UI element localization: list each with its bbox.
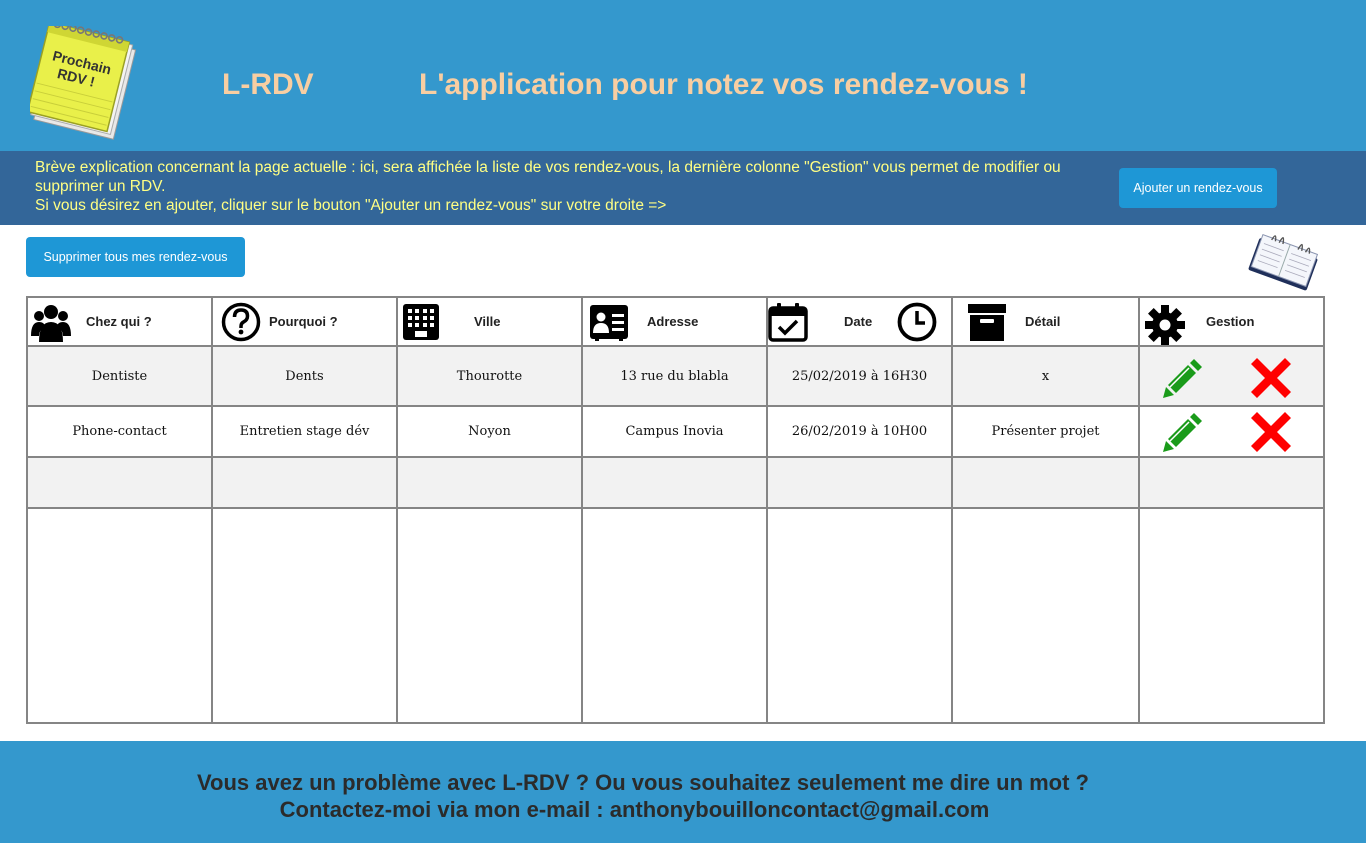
footer-contact-email[interactable]: Contactez-moi via mon e-mail : anthonybo… [0,797,1269,823]
empty-cell [951,456,1140,509]
red-cross-delete-icon[interactable] [1250,357,1292,399]
app-tagline: L'application pour notez vos rendez-vous… [419,68,1028,101]
empty-cell [26,507,213,724]
clock-icon [897,302,937,342]
table-header-row: Chez qui ? Pourquoi ? Ville Adresse Date… [26,296,1325,347]
cell-city: Thourotte [396,345,583,407]
explanation-line-1: Brève explication concernant la page act… [35,159,1061,176]
column-label-address: Adresse [647,314,699,329]
column-label-manage: Gestion [1206,314,1255,329]
empty-cell [211,456,398,509]
table-row-empty [26,507,1325,724]
cell-date: 25/02/2019 à 16H30 [766,345,953,407]
notepad-logo-icon: Prochain RDV ! [30,26,137,140]
column-header-who: Chez qui ? [26,296,213,347]
gear-icon [1145,305,1185,345]
column-header-address: Adresse [581,296,768,347]
archive-box-icon [968,304,1006,341]
site-header: Prochain RDV ! L-RDV L'application pour … [0,0,1366,151]
empty-cell [211,507,398,724]
cell-why: Entretien stage dév [211,405,398,458]
empty-cell [766,456,953,509]
explanation-line-2: supprimer un RDV. [35,178,166,195]
cell-address: 13 rue du blabla [581,345,768,407]
cell-manage [1138,345,1325,407]
appointments-table: Chez qui ? Pourquoi ? Ville Adresse Date… [26,296,1325,724]
red-cross-delete-icon[interactable] [1250,411,1292,453]
building-icon [403,304,439,340]
cell-who: Phone-contact [26,405,213,458]
column-header-manage: Gestion [1138,296,1325,347]
app-name: L-RDV [222,68,314,101]
contact-card-icon [590,305,628,341]
delete-all-appointments-button[interactable]: Supprimer tous mes rendez-vous [26,237,245,277]
empty-cell [396,456,583,509]
page-explanation: Brève explication concernant la page act… [35,158,1085,215]
column-header-date: Date [766,296,953,347]
users-group-icon [31,305,71,342]
add-appointment-button[interactable]: Ajouter un rendez-vous [1119,168,1277,208]
cell-detail: x [951,345,1140,407]
column-header-city: Ville [396,296,583,347]
agenda-notebook-icon [1248,234,1319,291]
column-label-why: Pourquoi ? [269,314,338,329]
cell-why: Dents [211,345,398,407]
column-header-why: Pourquoi ? [211,296,398,347]
cell-who: Dentiste [26,345,213,407]
explanation-line-3: Si vous désirez en ajouter, cliquer sur … [35,197,667,214]
cell-date: 26/02/2019 à 10H00 [766,405,953,458]
empty-cell [581,456,768,509]
column-header-detail: Détail [951,296,1140,347]
table-row-empty [26,456,1325,509]
table-row: Dentiste Dents Thourotte 13 rue du blabl… [26,345,1325,407]
footer-contact-message: Vous avez un problème avec L-RDV ? Ou vo… [197,770,1089,795]
empty-cell [581,507,768,724]
column-label-city: Ville [474,314,501,329]
empty-cell [1138,507,1325,724]
pencil-edit-icon[interactable] [1160,411,1202,453]
column-label-detail: Détail [1025,314,1061,329]
cell-detail: Présenter projet [951,405,1140,458]
empty-cell [1138,456,1325,509]
column-label-who: Chez qui ? [86,314,152,329]
cell-city: Noyon [396,405,583,458]
empty-cell [766,507,953,724]
table-row: Phone-contact Entretien stage dév Noyon … [26,405,1325,458]
cell-address: Campus Inovia [581,405,768,458]
site-footer: Vous avez un problème avec L-RDV ? Ou vo… [0,741,1366,843]
cell-manage [1138,405,1325,458]
column-label-date: Date [844,314,873,329]
pencil-edit-icon[interactable] [1160,357,1202,399]
calendar-check-icon [768,303,808,342]
empty-cell [951,507,1140,724]
question-circle-icon [221,302,261,342]
empty-cell [26,456,213,509]
empty-cell [396,507,583,724]
